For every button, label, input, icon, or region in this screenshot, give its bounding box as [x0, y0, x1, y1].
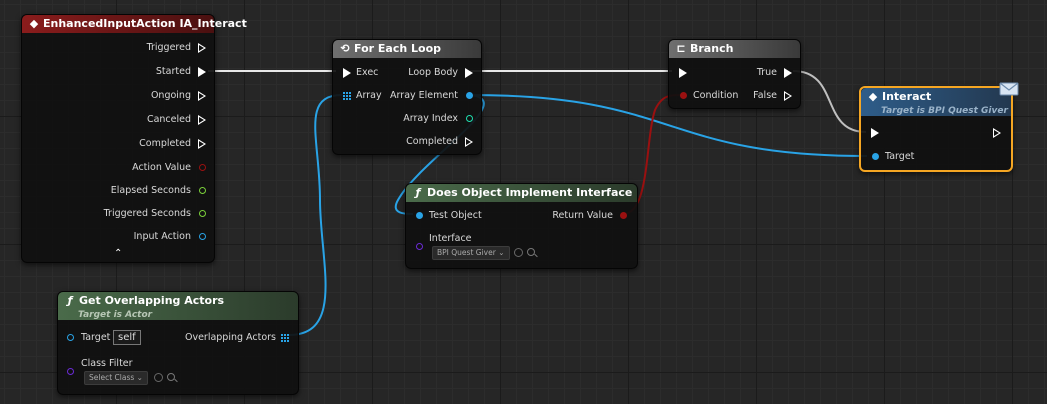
- pin-action-value[interactable]: [199, 164, 206, 171]
- pin-label-test-object: Test Object: [429, 210, 482, 221]
- pin-return-value[interactable]: [620, 212, 627, 219]
- function-icon: ƒ: [415, 186, 421, 199]
- pin-ongoing-exec[interactable]: [198, 91, 206, 101]
- wire-true-interact: [792, 70, 867, 133]
- pin-input-action[interactable]: [199, 233, 206, 240]
- event-node-title: EnhancedInputAction IA_Interact: [43, 17, 247, 30]
- pin-label-ongoing: Ongoing: [150, 90, 191, 101]
- pin-label-array-index: Array Index: [403, 113, 458, 124]
- pin-label-started: Started: [155, 66, 191, 77]
- envelope-icon: [999, 82, 1019, 96]
- pin-label-input-action: Input Action: [133, 231, 191, 242]
- pin-condition[interactable]: [680, 92, 687, 99]
- implements-title: Does Object Implement Interface: [427, 186, 633, 199]
- pin-label-interact-target: Target: [885, 151, 915, 162]
- pin-label-class-filter: Class Filter: [81, 358, 133, 369]
- pin-class-filter[interactable]: [67, 368, 74, 375]
- pin-label-true: True: [756, 67, 777, 78]
- branch-header[interactable]: ⊏ Branch: [669, 40, 800, 58]
- pin-triggered-exec[interactable]: [198, 43, 206, 53]
- for-each-loop-node[interactable]: ⟲ For Each Loop Exec Array Loop Body Arra…: [332, 39, 482, 155]
- pin-label-overlap-target: Target: [81, 332, 111, 343]
- pin-label-condition: Condition: [693, 90, 739, 101]
- pin-label-false: False: [753, 90, 777, 101]
- pin-label-action-value: Action Value: [132, 162, 191, 173]
- branch-node[interactable]: ⊏ Branch Condition True False: [668, 39, 801, 109]
- use-selected-icon[interactable]: [514, 248, 523, 257]
- pin-foreach-array-in[interactable]: [343, 92, 351, 100]
- overlap-header[interactable]: ƒ Get Overlapping Actors Target is Actor: [58, 292, 298, 320]
- interact-message-node[interactable]: ◆ Interact Target is BPI Quest Giver Targ…: [859, 82, 1019, 172]
- pin-false-exec[interactable]: [784, 91, 792, 101]
- pin-label-array-element: Array Element: [390, 90, 458, 101]
- browse-search-icon[interactable]: [167, 373, 175, 381]
- pin-label-interface: Interface: [429, 233, 472, 244]
- interface-dropdown-value: BPI Quest Giver: [437, 248, 496, 257]
- pin-started-exec[interactable]: [198, 67, 206, 77]
- pin-label-triggered: Triggered: [146, 42, 191, 53]
- pin-label-exec: Exec: [356, 67, 379, 78]
- enhanced-input-event-node[interactable]: ◆ EnhancedInputAction IA_Interact Trigger…: [21, 14, 247, 263]
- event-diamond-icon: ◆: [29, 17, 39, 30]
- pin-completed-exec[interactable]: [198, 139, 206, 149]
- branch-title: Branch: [690, 42, 734, 55]
- pin-overlap-target[interactable]: [67, 334, 74, 341]
- pin-interact-target[interactable]: [872, 153, 879, 160]
- browse-search-icon[interactable]: [527, 248, 535, 256]
- for-each-title: For Each Loop: [354, 42, 441, 55]
- branch-icon: ⊏: [676, 42, 686, 55]
- chevron-down-icon: ⌄: [136, 373, 143, 382]
- interface-dropdown[interactable]: BPI Quest Giver ⌄: [432, 246, 510, 260]
- pin-label-loop-body: Loop Body: [408, 67, 458, 78]
- pin-test-object[interactable]: [416, 212, 423, 219]
- pin-overlapping-actors[interactable]: [281, 334, 289, 342]
- pin-label-completed: Completed: [139, 138, 191, 149]
- pin-label-array: Array: [356, 90, 382, 101]
- interact-header[interactable]: ◆ Interact Target is BPI Quest Giver: [861, 88, 1011, 116]
- does-implement-interface-node[interactable]: ƒ Does Object Implement Interface Test Ob…: [405, 183, 638, 269]
- pin-label-return-value: Return Value: [552, 210, 613, 221]
- pin-foreach-exec-in[interactable]: [343, 68, 351, 78]
- event-node-header[interactable]: ◆ EnhancedInputAction IA_Interact: [22, 15, 247, 33]
- class-filter-dropdown[interactable]: Select Class ⌄: [84, 371, 148, 385]
- for-each-header[interactable]: ⟲ For Each Loop: [333, 40, 481, 58]
- class-filter-dropdown-value: Select Class: [89, 373, 135, 382]
- pin-true-exec[interactable]: [784, 68, 792, 78]
- pin-interact-exec-out[interactable]: [993, 128, 1001, 138]
- pin-label-overlapping-actors: Overlapping Actors: [184, 332, 276, 343]
- pin-label-canceled: Canceled: [146, 114, 191, 125]
- pin-triggered-seconds[interactable]: [199, 210, 206, 217]
- target-self-field[interactable]: self: [113, 330, 141, 345]
- pin-label-loop-completed: Completed: [406, 136, 458, 147]
- pin-canceled-exec[interactable]: [198, 115, 206, 125]
- pin-loop-completed-exec[interactable]: [465, 137, 473, 147]
- get-overlapping-actors-node[interactable]: ƒ Get Overlapping Actors Target is Actor …: [57, 291, 299, 395]
- interact-diamond-icon: ◆: [868, 90, 878, 103]
- use-selected-icon[interactable]: [154, 373, 163, 382]
- overlap-subtitle: Target is Actor: [78, 310, 153, 320]
- chevron-down-icon: ⌄: [498, 248, 505, 257]
- pin-label-elapsed-seconds: Elapsed Seconds: [110, 185, 191, 196]
- loop-icon: ⟲: [340, 42, 350, 55]
- pin-interface[interactable]: [416, 243, 423, 250]
- pin-elapsed-seconds[interactable]: [199, 187, 206, 194]
- interact-subtitle: Target is BPI Quest Giver: [881, 106, 1008, 116]
- pin-label-triggered-seconds: Triggered Seconds: [103, 208, 191, 219]
- pin-array-index[interactable]: [466, 115, 473, 122]
- pin-array-element[interactable]: [466, 92, 473, 99]
- pin-loop-body-exec[interactable]: [465, 68, 473, 78]
- collapse-chevron-icon[interactable]: ⌃: [114, 248, 122, 259]
- implements-header[interactable]: ƒ Does Object Implement Interface: [406, 184, 637, 202]
- pin-interact-exec-in[interactable]: [871, 128, 879, 138]
- function-icon: ƒ: [67, 294, 73, 307]
- pin-branch-exec-in[interactable]: [679, 68, 687, 78]
